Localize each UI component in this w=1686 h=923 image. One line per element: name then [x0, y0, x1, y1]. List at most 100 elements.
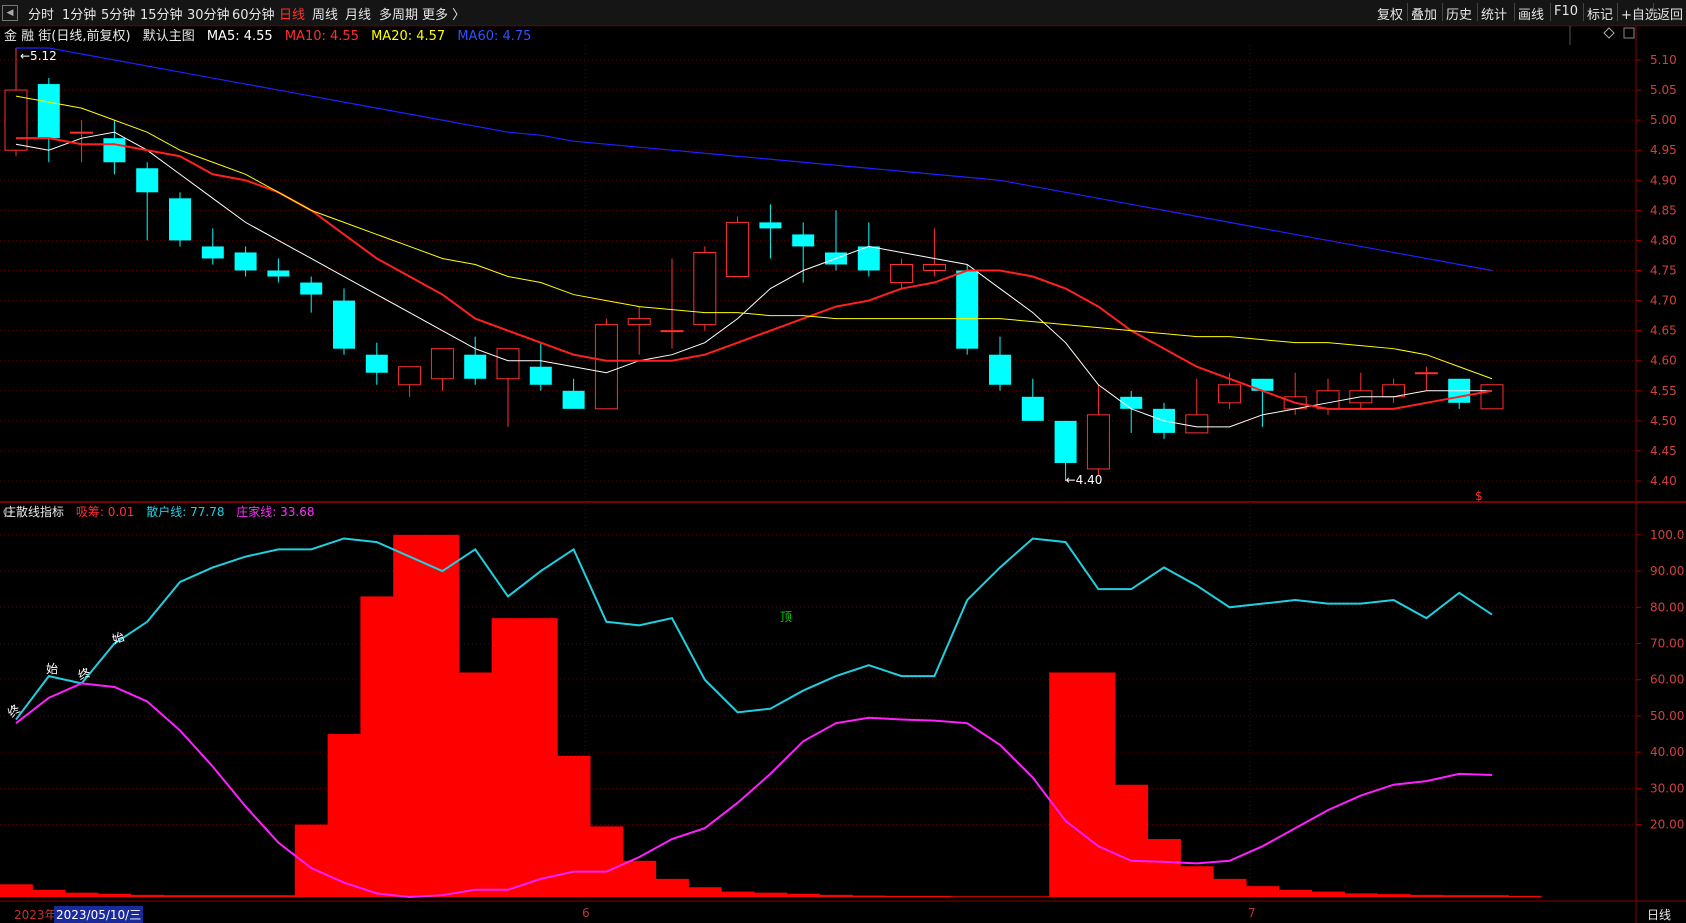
tab-period-4[interactable]: 30分钟	[187, 4, 230, 23]
xichou-bar	[327, 734, 361, 897]
candle-body-down	[103, 138, 126, 163]
ma20-value: MA20: 4.57	[371, 29, 446, 44]
toolbar-divider	[1442, 3, 1443, 21]
candle-body-up	[1414, 372, 1438, 375]
xichou-bar	[622, 860, 657, 897]
candle-body-up	[496, 348, 520, 380]
ma5-value: MA5: 4.55	[206, 29, 273, 44]
xichou-bar	[1180, 866, 1214, 897]
tool-button-6[interactable]: 标记	[1587, 4, 1613, 23]
candle-body-up	[1480, 384, 1504, 410]
candle-body-down	[1448, 378, 1471, 403]
xichou-bar	[393, 534, 427, 897]
period-label[interactable]: 日线	[1647, 906, 1671, 923]
tab-period-10[interactable]: 更多 〉	[422, 4, 465, 23]
sanhu-value: 散户线: 77.78	[146, 505, 225, 519]
sub-chart-header: 庄散线指标 吸筹: 0.01 散户线: 77.78 庄家线: 33.68	[0, 503, 323, 521]
candle-body-up	[693, 251, 717, 326]
toolbar-divider	[1550, 3, 1551, 21]
zhuangjia-value: 庄家线: 33.68	[236, 505, 315, 519]
xichou-bar	[229, 895, 263, 897]
xichou-bar	[754, 892, 788, 897]
candle-body-down	[759, 222, 782, 229]
y-tick-label: 4.95	[1650, 143, 1677, 157]
candle-body-up	[398, 366, 422, 386]
tab-period-1[interactable]: 1分钟	[62, 4, 96, 23]
ma10-value: MA10: 4.55	[284, 29, 359, 44]
xichou-bar	[32, 889, 66, 897]
candle-body-down	[169, 198, 191, 241]
candle-body-up	[1382, 384, 1406, 398]
candle-body-down	[529, 366, 552, 385]
candle-body-up	[922, 263, 946, 272]
sub-y-tick-label: 60.00	[1650, 673, 1684, 687]
tab-period-2[interactable]: 5分钟	[101, 4, 135, 23]
y-tick-label: 4.45	[1650, 444, 1677, 458]
candle-body-down	[562, 390, 585, 409]
xichou-bar	[688, 887, 722, 897]
signal-label-2: 终	[76, 665, 92, 683]
xichou-bar	[1377, 894, 1411, 897]
xichou-bar	[524, 618, 558, 897]
sub-y-tick-label: 80.00	[1650, 600, 1684, 614]
xichou-bar	[163, 895, 197, 897]
tab-period-6[interactable]: 日线	[279, 4, 305, 23]
sub-indicator-name[interactable]: 庄散线指标	[4, 505, 64, 519]
sub-y-tick-label: 30.00	[1650, 781, 1684, 795]
xichou-bar	[98, 893, 132, 897]
toolbar-divider	[1477, 3, 1478, 21]
collapse-icon[interactable]: ◀	[2, 5, 18, 21]
xichou-bar	[491, 618, 525, 897]
signal-label-3: 始	[110, 630, 126, 647]
tab-period-5[interactable]: 60分钟	[232, 4, 275, 23]
toolbar-divider	[1407, 3, 1408, 21]
indicator-selector[interactable]: 默认主图	[143, 29, 195, 44]
xichou-bar	[196, 895, 230, 897]
xichou-bar	[950, 896, 985, 897]
chart-canvas[interactable]: 5.10 5.05 5.00 4.95 4.90 4.85 4.80 4.75 4.70 4.65…	[0, 0, 1686, 923]
tab-period-0[interactable]: 分时	[28, 4, 54, 23]
xichou-bar	[1475, 895, 1509, 897]
candle-body-down	[201, 246, 224, 259]
tool-button-1[interactable]: 叠加	[1411, 4, 1437, 23]
tool-button-2[interactable]: 历史	[1446, 4, 1472, 23]
tool-button-4[interactable]: 画线	[1518, 4, 1544, 23]
candle-body-down	[136, 168, 159, 193]
low-price-label: ←4.40	[1066, 473, 1103, 487]
xichou-bar	[1508, 895, 1542, 897]
tool-button-8[interactable]: 返回	[1657, 4, 1683, 23]
y-tick-label: 5.10	[1650, 53, 1677, 67]
candle-body-down	[1120, 396, 1143, 409]
main-chart-header: 金 融 街(日线,前复权) 默认主图 MA5: 4.55 MA10: 4.55 …	[0, 25, 539, 44]
candle-body-up	[660, 330, 684, 333]
signal-label-0: 终	[4, 701, 23, 720]
y-tick-label: 5.00	[1650, 113, 1677, 127]
month-label-7: 7	[1248, 906, 1256, 920]
xichou-bar	[1278, 889, 1313, 897]
xichou-bar	[983, 896, 1017, 897]
y-tick-label: 4.65	[1650, 324, 1677, 338]
candle-body-down	[857, 246, 880, 271]
xichou-bar	[1082, 672, 1116, 897]
candle-body-down	[333, 300, 355, 349]
xichou-bar	[819, 894, 853, 897]
sub-y-tick-label: 50.00	[1650, 709, 1684, 723]
tab-period-8[interactable]: 月线	[345, 4, 371, 23]
tab-period-9[interactable]: 多周期	[379, 4, 418, 23]
tool-button-0[interactable]: 复权	[1377, 4, 1403, 23]
tab-period-3[interactable]: 15分钟	[140, 4, 183, 23]
candle-body-down	[1251, 378, 1274, 391]
sub-y-tick-label: 90.00	[1650, 564, 1684, 578]
xichou-bar	[885, 895, 919, 897]
candle-body-down	[464, 354, 487, 379]
candle-body-up	[1185, 414, 1209, 434]
tab-period-7[interactable]: 周线	[312, 4, 338, 23]
tool-button-3[interactable]: 统计	[1481, 4, 1507, 23]
xichou-bar	[852, 895, 886, 897]
candle-body-up	[430, 348, 454, 380]
y-tick-label: 4.40	[1650, 474, 1677, 488]
tool-button-5[interactable]: F10	[1554, 4, 1578, 19]
ma-line-ma10	[16, 137, 1493, 410]
xichou-bar	[1246, 886, 1280, 897]
xichou-value: 吸筹: 0.01	[75, 505, 135, 519]
